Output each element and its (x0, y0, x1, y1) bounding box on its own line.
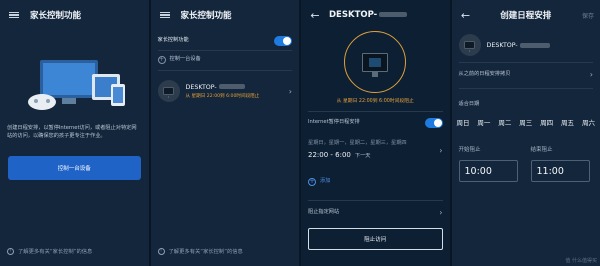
divider (308, 200, 443, 201)
info-icon: ! (7, 247, 14, 255)
parental-intro-screen: 家长控制功能 创建日程安排，以暂停Internet访问，或者阻止对特定网站的访问… (0, 0, 149, 266)
parental-list-screen: 家长控制功能 家长控制功能 + 控制一台设备 DESKTOP- 从 星期日 22… (150, 0, 300, 266)
schedule-time-line: 22:00 - 6:00 下一天 (308, 151, 443, 161)
redacted-name (218, 84, 245, 89)
create-schedule-screen: ← 创建日程安排 保存 DESKTOP- 从之前的日程安排拷贝 › 适合日期 周… (451, 0, 600, 266)
chevron-right-icon: › (439, 208, 443, 217)
device-name: DESKTOP- (185, 83, 217, 91)
block-sites-row[interactable]: 阻止指定网站 › (308, 208, 443, 217)
app-screens: 家长控制功能 创建日程安排，以暂停Internet访问，或者阻止对特定网站的访问… (0, 0, 600, 266)
start-label: 开始阻止 (458, 147, 481, 153)
schedule-item[interactable]: 星期日，星期一，星期二，星期三，星期四 22:00 - 6:00 下一天 › (308, 140, 443, 160)
day-selector: 周日 周一 周二 周三 周四 周五 周六 (457, 116, 596, 128)
learn-more-text: 了解更多有关“家长控制”的信息 (18, 249, 93, 255)
page-title: 家长控制功能 (180, 11, 232, 21)
learn-more-text: 了解更多有关“家长控制”的信息 (168, 249, 243, 255)
chevron-right-icon: › (439, 146, 443, 155)
divider (458, 88, 593, 89)
block-sites-label: 阻止指定网站 (308, 208, 340, 215)
divider (308, 111, 443, 112)
menu-icon[interactable] (158, 8, 172, 22)
end-time-input[interactable]: 11:00 (530, 160, 590, 182)
schedule-toggle-row: Internet暂停日程安排 (308, 118, 443, 128)
schedule-time: 22:00 - 6:00 (308, 150, 351, 159)
devices-illustration (28, 60, 125, 110)
add-icon: + (157, 56, 166, 64)
add-schedule-row[interactable]: + 添加 (308, 178, 443, 186)
day-thu[interactable]: 周四 (540, 116, 553, 128)
page-title: 家长控制功能 (30, 11, 82, 21)
day-wed[interactable]: 周三 (519, 116, 532, 128)
top-bar: ← DESKTOP- (301, 0, 450, 30)
device-name: DESKTOP- (486, 41, 518, 49)
copy-schedule-row[interactable]: 从之前的日程安排拷贝 › (459, 70, 594, 79)
monitor-icon (362, 52, 388, 77)
learn-more-link[interactable]: ! 了解更多有关“家长控制”的信息 (7, 247, 92, 255)
intro-description: 创建日程安排，以暂停Internet访问，或者阻止对特定网站的访问，以确保您的孩… (7, 125, 137, 139)
info-icon: ! (157, 247, 165, 255)
device-avatar-icon (458, 34, 481, 56)
device-status: 从 星期日 22:00到 6:00时间段阻止 (185, 93, 260, 99)
redacted-name (519, 42, 550, 48)
day-sun[interactable]: 周日 (457, 116, 470, 128)
learn-more-link[interactable]: ! 了解更多有关“家长控制”的信息 (157, 247, 243, 255)
page-title: DESKTOP- (329, 10, 378, 20)
add-device-row[interactable]: + 控制一台设备 (157, 56, 293, 64)
toggle-label: 家长控制功能 (157, 37, 189, 44)
day-fri[interactable]: 周五 (561, 116, 574, 128)
back-arrow-icon[interactable]: ← (459, 8, 473, 22)
redacted-name (379, 12, 408, 17)
day-sat[interactable]: 周六 (582, 116, 595, 128)
top-bar: 家长控制功能 (151, 0, 300, 30)
add-device-label: 控制一台设备 (169, 56, 201, 63)
back-arrow-icon[interactable]: ← (308, 8, 322, 22)
add-icon: + (308, 178, 316, 186)
device-title-line: DESKTOP- (329, 10, 408, 20)
add-schedule-label: 添加 (320, 178, 331, 185)
device-avatar-icon (157, 80, 180, 102)
block-status: 从 星期日 22:00到 6:00时间段阻止 (336, 99, 414, 104)
block-access-button[interactable]: 阻止访问 (308, 228, 443, 250)
watermark: 值 什么值得买 (565, 258, 597, 264)
chevron-right-icon: › (589, 70, 593, 79)
device-detail-screen: ← DESKTOP- 从 星期日 22:00到 6:00时间段阻止 Intern… (301, 0, 450, 266)
day-mon[interactable]: 周一 (477, 116, 490, 128)
parental-control-toggle[interactable] (274, 36, 292, 46)
page-title: 创建日程安排 (500, 11, 552, 21)
device-row[interactable]: DESKTOP- 从 星期日 22:00到 6:00时间段阻止 › (157, 80, 292, 102)
divider (157, 50, 292, 51)
day-tue[interactable]: 周二 (498, 116, 511, 128)
device-row: DESKTOP- (458, 34, 594, 56)
next-day-label: 下一天 (354, 152, 371, 159)
top-bar: 家长控制功能 (0, 0, 149, 30)
schedule-label: Internet暂停日程安排 (308, 119, 360, 126)
repeat-label: 适合日期 (458, 101, 480, 107)
device-status-ring (344, 31, 406, 93)
control-device-button[interactable]: 控制一台设备 (8, 156, 141, 180)
top-bar: ← 创建日程安排 保存 (452, 0, 600, 30)
chevron-right-icon: › (288, 86, 292, 96)
copy-schedule-label: 从之前的日程安排拷贝 (458, 70, 511, 77)
save-button[interactable]: 保存 (582, 11, 594, 20)
divider (458, 62, 593, 63)
menu-icon[interactable] (7, 8, 21, 22)
divider (157, 70, 292, 71)
schedule-days: 星期日，星期一，星期二，星期三，星期四 (308, 140, 407, 146)
end-label: 结束阻止 (530, 147, 553, 153)
start-time-input[interactable]: 10:00 (458, 160, 518, 182)
device-name-line: DESKTOP- (186, 84, 260, 91)
parental-toggle-row: 家长控制功能 (157, 36, 292, 46)
schedule-toggle[interactable] (424, 118, 443, 128)
